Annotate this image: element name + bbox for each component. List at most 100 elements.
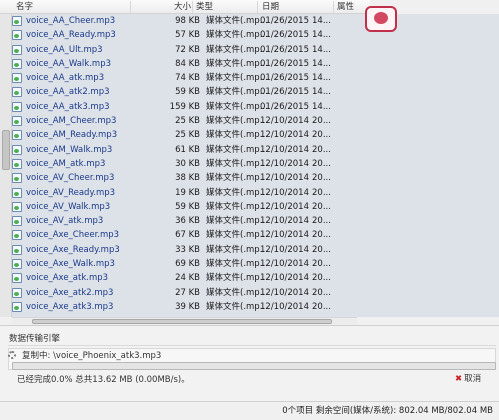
file-date: 12/10/2014 [260,201,309,212]
horizontal-scrollbar-thumb[interactable] [32,319,332,324]
close-icon: ✖ [455,374,463,384]
file-row[interactable]: voice_AV_Cheer.mp3 38 KB 媒体文件(.mp... 12/10/… [12,171,357,185]
scrollbar-thumb[interactable] [2,130,10,170]
file-row[interactable]: voice_Axe_atk.mp3 24 KB 媒体文件(.mp... 12/10/2… [12,271,357,285]
mp3-file-icon [12,230,22,241]
file-date: 01/26/2015 [260,87,309,98]
file-time: 20... [312,230,331,241]
file-type: 媒体文件(.mp... [206,201,268,212]
file-row[interactable]: voice_AA_atk.mp3 74 KB 媒体文件(.mp... 01/26/20… [12,71,357,85]
column-type[interactable]: 类型 [196,1,213,13]
file-size: 38 KB [175,173,200,184]
column-divider[interactable] [257,1,258,13]
mp3-file-icon [12,30,22,41]
file-time: 20... [312,216,331,227]
file-row[interactable]: voice_AA_Ready.mp3 57 KB 媒体文件(.mp... 01/26/… [12,28,357,42]
status-text: 0个项目 剩余空间(媒体/系统): 802.04 MB/802.04 MB [282,406,493,416]
column-divider[interactable] [192,1,193,13]
file-row[interactable]: voice_AA_Ult.mp3 72 KB 媒体文件(.mp... 01/26/20… [12,43,357,57]
file-row[interactable]: voice_Axe_Ready.mp3 33 KB 媒体文件(.mp... 12/10… [12,243,357,257]
column-attr[interactable]: 属性 [337,1,354,13]
file-size: 74 KB [175,73,200,84]
file-type: 媒体文件(.mp... [206,116,268,127]
file-size: 57 KB [175,30,200,41]
mp3-file-icon [12,87,22,98]
file-size: 33 KB [175,244,200,255]
file-time: 20... [312,201,331,212]
file-size: 159 KB [169,101,200,112]
vertical-scrollbar[interactable] [0,14,12,317]
column-size[interactable]: 大小 [174,1,191,13]
file-type: 媒体文件(.mp... [206,44,268,55]
horizontal-scrollbar[interactable] [12,317,357,325]
file-date: 12/10/2014 [260,259,309,270]
mp3-file-icon [12,287,22,298]
file-row[interactable]: voice_AV_Ready.mp3 19 KB 媒体文件(.mp... 12/10/… [12,186,357,200]
file-time: 20... [312,130,331,141]
file-row[interactable]: voice_AM_Ready.mp3 25 KB 媒体文件(.mp... 12/10/… [12,128,357,142]
file-row[interactable]: voice_AM_Walk.mp3 61 KB 媒体文件(.mp... 12/10/2… [12,143,357,157]
file-time: 14... [312,30,331,41]
file-row[interactable]: voice_AV_Walk.mp3 59 KB 媒体文件(.mp... 12/10/2… [12,200,357,214]
file-row[interactable]: voice_Axe_atk3.mp3 39 KB 媒体文件(.mp... 12/10/… [12,300,357,314]
file-size: 84 KB [175,58,200,69]
file-type: 媒体文件(.mp... [206,273,268,284]
file-date: 12/10/2014 [260,216,309,227]
mp3-file-icon [12,216,22,227]
file-name: voice_AA_Cheer.mp3 [26,16,116,26]
mp3-file-icon [12,44,22,55]
mp3-file-icon [12,58,22,69]
progress-text: 已经完成0.0% 总共13.62 MB (0.00MB/s)。 [17,375,190,385]
file-size: 27 KB [175,287,200,298]
column-divider[interactable] [130,1,131,13]
file-type: 媒体文件(.mp... [206,30,268,41]
file-row[interactable]: voice_AA_Walk.mp3 84 KB 媒体文件(.mp... 01/26/2… [12,57,357,71]
file-time: 20... [312,158,331,169]
file-row[interactable]: voice_AA_Cheer.mp3 98 KB 媒体文件(.mp... 01/26/… [12,14,357,28]
file-name: voice_AA_atk.mp3 [26,73,105,84]
file-date: 12/10/2014 [260,287,309,298]
file-type: 媒体文件(.mp... [206,73,268,84]
mp3-file-icon [12,259,22,270]
column-date[interactable]: 日期 [262,1,279,13]
file-row[interactable]: voice_Axe_atk2.mp3 27 KB 媒体文件(.mp... 12/10/… [12,286,357,300]
file-type: 媒体文件(.mp... [206,259,268,270]
file-row[interactable]: voice_Axe_Cheer.mp3 67 KB 媒体文件(.mp... 12/10… [12,228,357,242]
file-size: 59 KB [175,87,200,98]
mp3-file-icon [12,244,22,255]
file-name: voice_AM_Cheer.mp3 [26,116,117,127]
file-row[interactable]: voice_AM_atk.mp3 30 KB 媒体文件(.mp... 12/10/20… [12,157,357,171]
column-name[interactable]: 名字 [16,1,33,13]
file-size: 98 KB [175,16,200,26]
file-type: 媒体文件(.mp... [206,244,268,255]
file-date: 01/26/2015 [260,30,309,41]
file-time: 14... [312,87,331,98]
file-row[interactable]: voice_AM_Cheer.mp3 25 KB 媒体文件(.mp... 12/10/… [12,114,357,128]
mp3-file-icon [12,130,22,141]
file-date: 12/10/2014 [260,301,309,312]
file-time: 14... [312,101,331,112]
file-name: voice_Axe_Ready.mp3 [26,244,120,255]
file-row[interactable]: voice_AV_atk.mp3 36 KB 媒体文件(.mp... 12/10/20… [12,214,357,228]
file-date: 12/10/2014 [260,173,309,184]
file-row[interactable]: voice_Axe_Walk.mp3 69 KB 媒体文件(.mp... 12/10/… [12,257,357,271]
file-row[interactable]: voice_AA_atk2.mp3 59 KB 媒体文件(.mp... 01/26/2… [12,85,357,99]
file-manager-window: 名字 大小 类型 日期 属性 voice_AA_Cheer.mp3 98 KB 媒体… [0,0,499,420]
file-time: 20... [312,116,331,127]
file-date: 12/10/2014 [260,144,309,155]
file-date: 01/26/2015 [260,16,309,26]
file-name: voice_Axe_atk.mp3 [26,273,109,284]
file-name: voice_AA_atk3.mp3 [26,101,110,112]
file-list[interactable]: voice_AA_Cheer.mp3 98 KB 媒体文件(.mp... 01/26/… [0,14,499,317]
file-size: 59 KB [175,201,200,212]
transfer-engine-label: 数据传输引擎 [8,332,496,346]
file-row[interactable]: voice_AA_atk3.mp3 159 KB 媒体文件(.mp... 01/26/… [12,100,357,114]
file-date: 12/10/2014 [260,187,309,198]
file-type: 媒体文件(.mp... [206,87,268,98]
file-name: voice_AA_Walk.mp3 [26,58,111,69]
column-divider[interactable] [333,1,334,13]
file-time: 14... [312,58,331,69]
file-name: voice_AM_atk.mp3 [26,158,106,169]
cancel-button[interactable]: ✖ 取消 [455,373,481,385]
file-name: voice_AA_Ult.mp3 [26,44,103,55]
